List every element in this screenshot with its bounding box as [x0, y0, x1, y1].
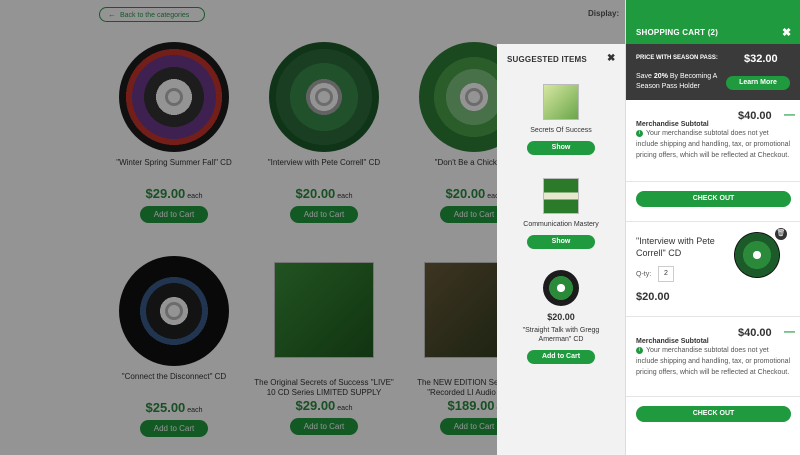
suggested-item-image[interactable] [543, 270, 579, 306]
collapse-toggle[interactable]: — [784, 326, 795, 338]
checkout-button[interactable]: CHECK OUT [636, 406, 791, 422]
cart-item-image [734, 232, 780, 278]
suggested-item-image[interactable] [543, 84, 579, 120]
add-to-cart-button[interactable]: Add to Cart [527, 350, 595, 364]
subtotal-label: Merchandise Subtotal [636, 121, 709, 128]
trash-icon[interactable]: 🗑 [775, 228, 787, 240]
suggested-item: $20.00 "Straight Talk with Gregg Amerman… [511, 270, 611, 364]
subtotal-note: i Your merchandise subtotal does not yet … [636, 130, 791, 159]
learn-more-button[interactable]: Learn More [726, 76, 790, 90]
suggested-item-name: Communication Mastery [523, 221, 599, 228]
suggested-item-name: "Straight Talk with Gregg Amerman" CD [522, 327, 600, 343]
cart-header: SHOPPING CART (2) ✖ [626, 0, 800, 44]
close-icon[interactable]: ✖ [782, 26, 791, 39]
quantity-label: Q-ty: [636, 271, 652, 278]
cart-item-price: $20.00 [636, 291, 670, 303]
quantity-input[interactable]: 2 [658, 266, 674, 282]
season-pass-savings: Save 20% By Becoming A Season Pass Holde… [636, 73, 717, 90]
season-pass-label: PRICE WITH SEASON PASS: [636, 55, 718, 61]
suggested-item-image[interactable] [543, 178, 579, 214]
season-pass-price: $32.00 [744, 53, 778, 65]
info-icon: i [636, 347, 643, 354]
subtotal-value: $40.00 [738, 327, 772, 339]
cart-title: SHOPPING CART (2) [636, 28, 719, 37]
show-button[interactable]: Show [527, 235, 595, 249]
suggested-item-name: Secrets Of Success [530, 127, 592, 134]
subtotal-note: i Your merchandise subtotal does not yet … [636, 347, 791, 376]
season-pass-banner: PRICE WITH SEASON PASS: $32.00 Save 20% … [626, 44, 800, 100]
suggested-items-panel: SUGGESTED ITEMS ✖ Secrets Of Success Sho… [497, 44, 625, 455]
subtotal-value: $40.00 [738, 110, 772, 122]
suggested-item: Secrets Of Success Show [511, 84, 611, 155]
suggested-item: Communication Mastery Show [511, 178, 611, 249]
collapse-toggle[interactable]: — [784, 109, 795, 121]
info-icon: i [636, 130, 643, 137]
subtotal-label: Merchandise Subtotal [636, 338, 709, 345]
shopping-cart-panel: SHOPPING CART (2) ✖ PRICE WITH SEASON PA… [625, 0, 800, 455]
suggested-items-title: SUGGESTED ITEMS [507, 55, 587, 64]
cart-item-title: "Interview with Pete Correll" CD [636, 236, 715, 258]
suggested-item-price: $20.00 [547, 312, 575, 322]
close-icon[interactable]: ✖ [607, 53, 615, 64]
checkout-button[interactable]: CHECK OUT [636, 191, 791, 207]
show-button[interactable]: Show [527, 141, 595, 155]
